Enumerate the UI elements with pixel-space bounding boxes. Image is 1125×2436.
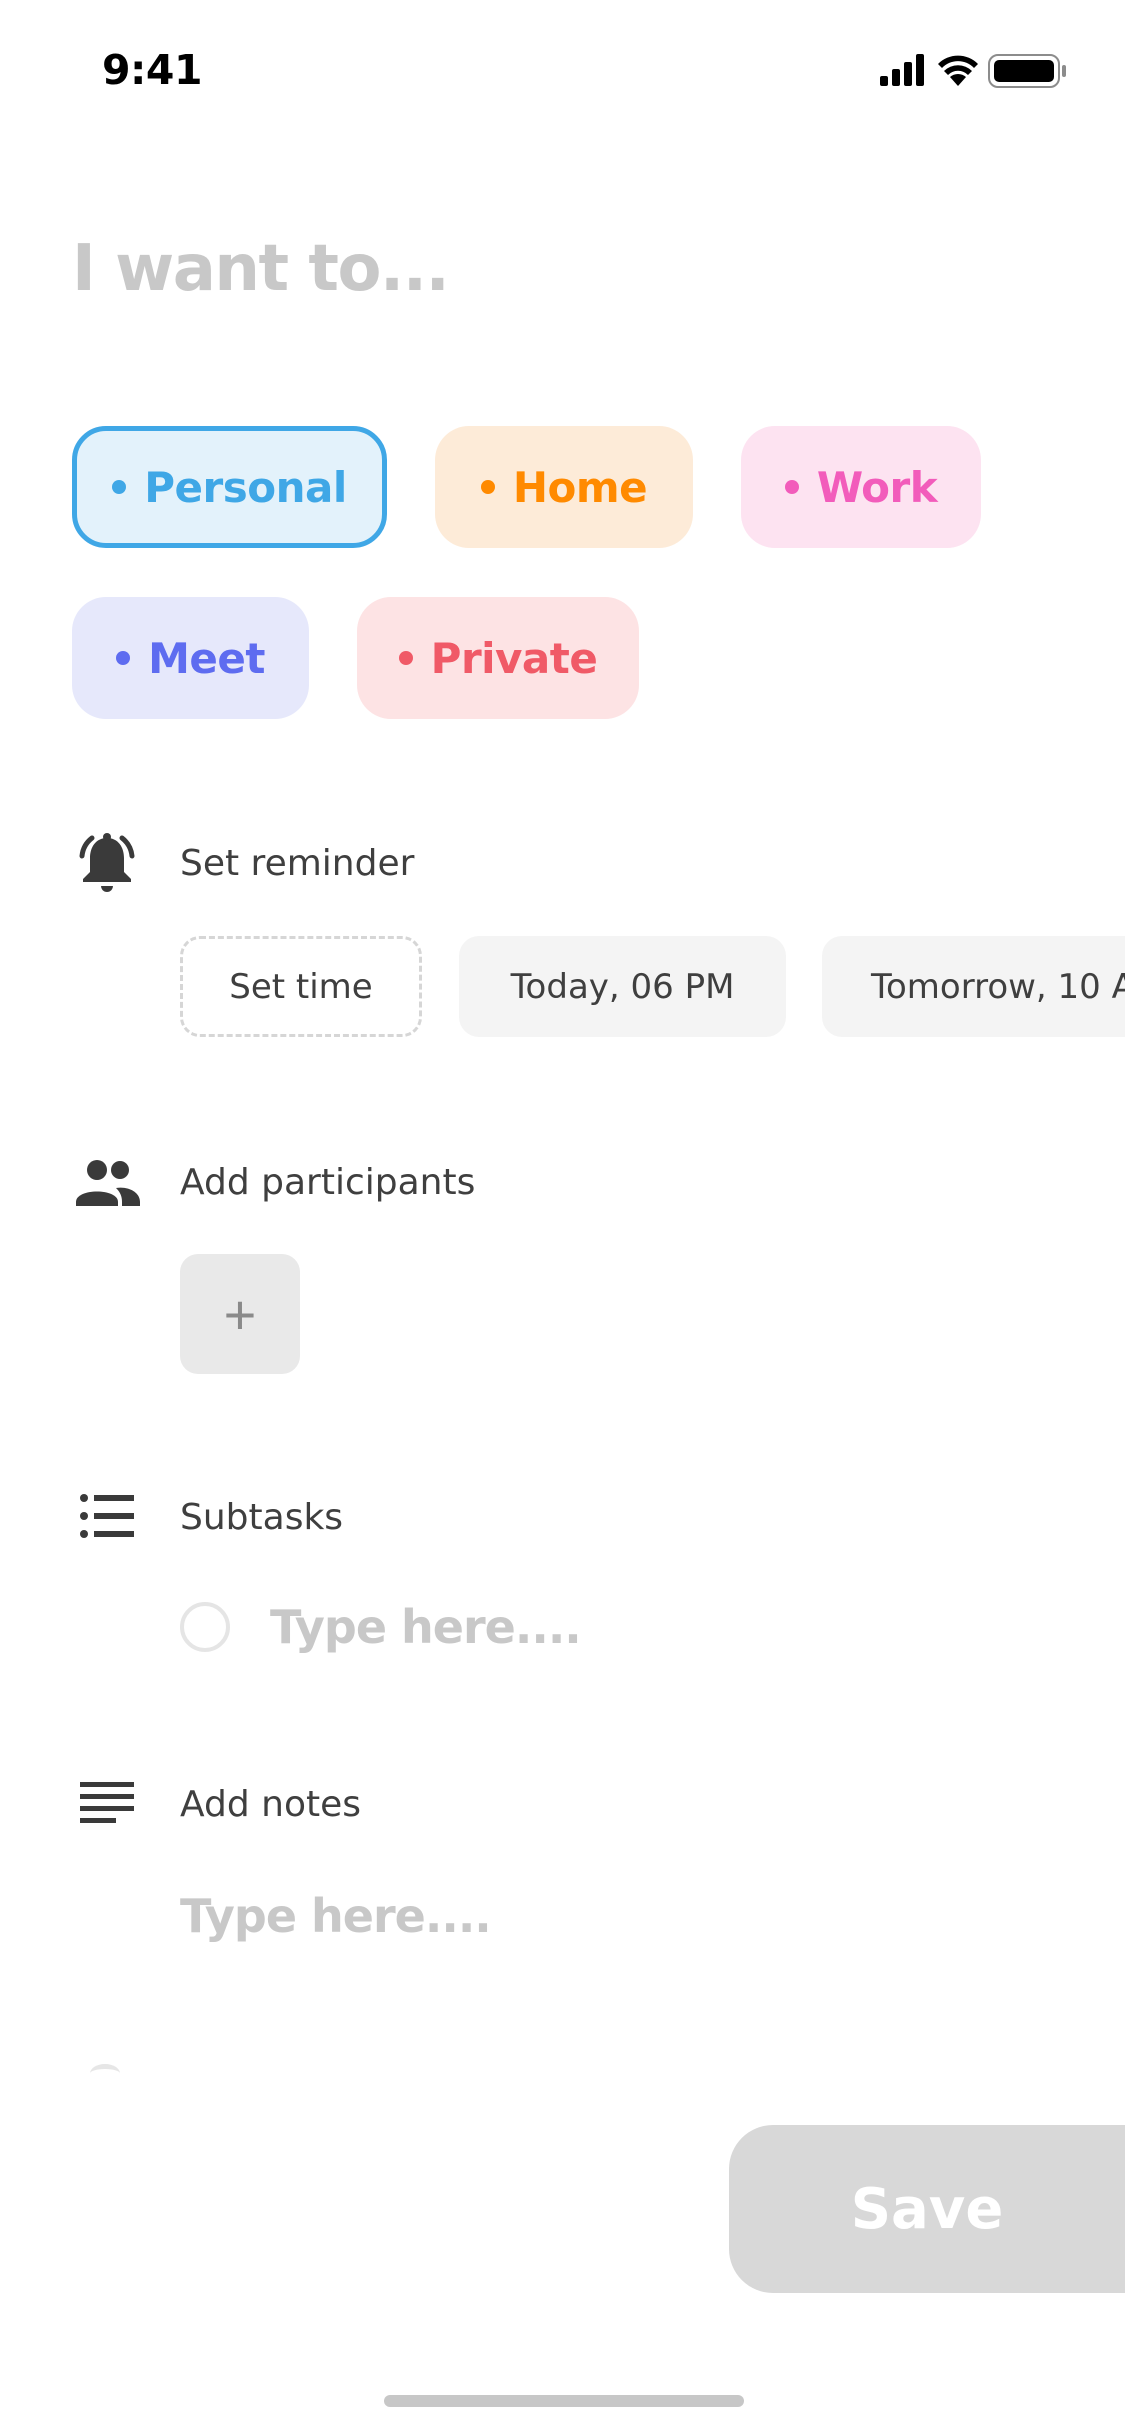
people-icon — [76, 1160, 140, 1206]
add-notes-label: Add notes — [180, 1784, 362, 1825]
category-label: Private — [430, 633, 598, 683]
notes-input[interactable]: Type here.... — [180, 1889, 492, 1943]
subtasks-label: Subtasks — [180, 1497, 344, 1538]
category-chip-private[interactable]: Private — [357, 597, 639, 719]
category-label: Home — [512, 462, 648, 512]
notes-icon — [80, 1782, 134, 1823]
save-button[interactable]: Save — [729, 2125, 1125, 2293]
category-chip-work[interactable]: Work — [741, 426, 981, 548]
category-label: Meet — [148, 633, 265, 683]
category-chip-personal[interactable]: Personal — [72, 426, 387, 548]
subtask-checkbox[interactable] — [180, 1602, 230, 1652]
reminder-option-today[interactable]: Today, 06 PM — [459, 936, 786, 1037]
status-icons — [880, 54, 1066, 88]
faded-icon — [90, 2064, 120, 2083]
reminder-option-tomorrow[interactable]: Tomorrow, 10 A — [822, 936, 1125, 1037]
dot-icon — [398, 651, 413, 665]
set-time-button[interactable]: Set time — [180, 936, 422, 1037]
signal-icon — [880, 54, 924, 86]
home-indicator[interactable] — [384, 2395, 744, 2407]
task-title-input[interactable]: I want to... — [72, 232, 450, 306]
category-chip-meet[interactable]: Meet — [72, 597, 309, 719]
dot-icon — [116, 651, 131, 665]
add-participants-label: Add participants — [180, 1162, 476, 1203]
category-label: Personal — [144, 462, 347, 512]
add-participant-button[interactable]: + — [180, 1254, 300, 1374]
list-icon — [80, 1494, 134, 1538]
wifi-icon — [938, 55, 978, 86]
subtask-input[interactable]: Type here.... — [270, 1600, 582, 1654]
status-time: 9:41 — [102, 46, 202, 94]
category-chip-home[interactable]: Home — [435, 426, 693, 548]
set-reminder-label: Set reminder — [180, 843, 415, 884]
category-label: Work — [816, 462, 938, 512]
bell-icon — [79, 833, 135, 892]
plus-icon: + — [223, 1282, 257, 1346]
dot-icon — [784, 480, 799, 494]
dot-icon — [480, 480, 495, 494]
battery-icon — [988, 54, 1066, 88]
dot-icon — [112, 480, 127, 494]
